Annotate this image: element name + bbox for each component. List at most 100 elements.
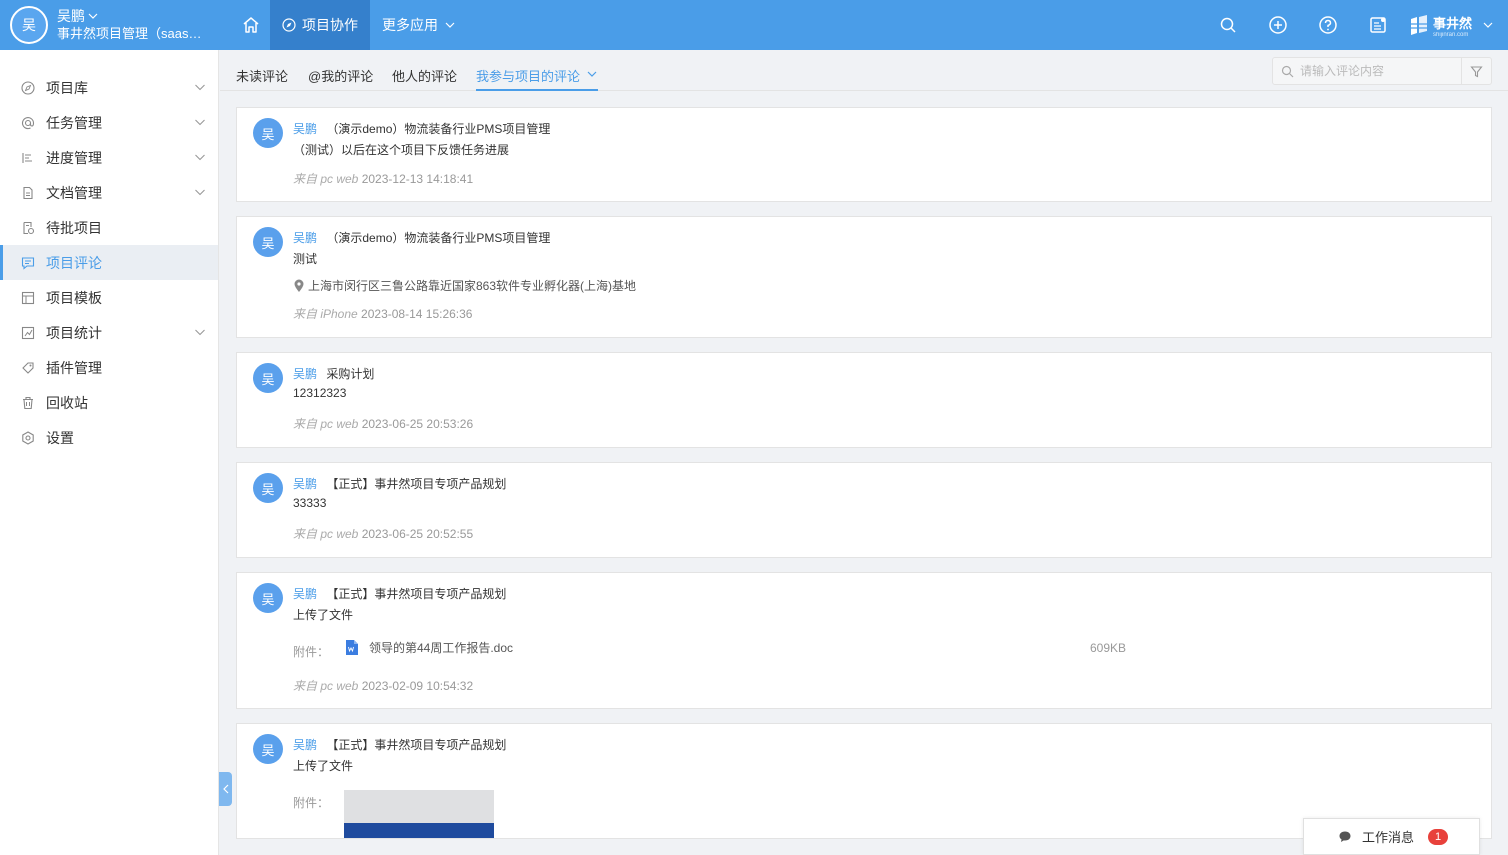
user-name: 吴鹏 bbox=[57, 8, 85, 24]
comment-body: （测试）以后在这个项目下反馈任务进展 bbox=[293, 143, 510, 157]
comment-source: 来自 pc web bbox=[293, 679, 359, 693]
comment-meta: 来自 pc web 2023-06-25 20:52:55 bbox=[293, 525, 473, 542]
sidebar-item-label: 项目评论 bbox=[46, 254, 102, 271]
sidebar-item-label: 进度管理 bbox=[46, 149, 102, 166]
location-text: 上海市闵行区三鲁公路靠近国家863软件专业孵化器(上海)基地 bbox=[308, 279, 637, 293]
avatar[interactable]: 吴 bbox=[253, 227, 283, 257]
add-button[interactable] bbox=[1253, 0, 1303, 50]
help-icon bbox=[1319, 16, 1337, 34]
comment-card: 吴 吴鹏 【正式】事井然项目专项产品规划 33333 来自 pc web 202… bbox=[236, 462, 1492, 558]
filter-button[interactable] bbox=[1461, 58, 1491, 84]
settings-icon bbox=[22, 430, 34, 445]
location-pin-icon bbox=[294, 279, 304, 292]
comment-body: 上传了文件 bbox=[293, 608, 354, 622]
compass-icon bbox=[282, 18, 296, 32]
comment-tabs: 未读评论 @我的评论 他人的评论 我参与项目的评论 bbox=[220, 50, 1508, 91]
sidebar-item-label: 设置 bbox=[46, 429, 74, 446]
attachment-file[interactable]: 领导的第44周工作报告.doc bbox=[345, 639, 513, 656]
avatar[interactable]: 吴 bbox=[253, 118, 283, 148]
comment-author[interactable]: 吴鹏 bbox=[293, 122, 317, 136]
comment-body: 12312323 bbox=[293, 386, 347, 400]
home-button[interactable] bbox=[232, 0, 270, 50]
compass-icon bbox=[21, 80, 35, 95]
comment-time: 2023-06-25 20:53:26 bbox=[361, 417, 474, 431]
comment-project[interactable]: 【正式】事井然项目专项产品规划 bbox=[326, 587, 506, 601]
comment-time: 2023-12-13 14:18:41 bbox=[361, 172, 474, 186]
brand-sub: shijinran.com bbox=[1432, 31, 1469, 38]
tab-label: 我参与项目的评论 bbox=[476, 69, 581, 84]
attachment-name[interactable]: 领导的第44周工作报告.doc bbox=[369, 639, 513, 656]
document-icon bbox=[23, 186, 33, 199]
user-menu[interactable]: 吴 吴鹏 事井然项目管理（saas版） bbox=[0, 0, 232, 50]
comment-author[interactable]: 吴鹏 bbox=[293, 231, 317, 245]
tab-unread-comments[interactable]: 未读评论 bbox=[236, 66, 288, 91]
comment-project[interactable]: 采购计划 bbox=[326, 367, 374, 381]
sidebar-item-task-management[interactable]: 任务管理 bbox=[0, 105, 218, 140]
comment-author[interactable]: 吴鹏 bbox=[293, 738, 317, 752]
chevron-down-icon[interactable] bbox=[1482, 19, 1494, 31]
gantt-icon bbox=[22, 152, 32, 163]
tab-participated-comments[interactable]: 我参与项目的评论 bbox=[476, 66, 599, 91]
comment-source: 来自 pc web bbox=[293, 417, 359, 431]
sidebar-item-label: 文档管理 bbox=[46, 184, 102, 201]
user-avatar[interactable]: 吴 bbox=[10, 6, 48, 44]
logo-icon bbox=[1410, 15, 1427, 35]
attachment-image-thumbnail[interactable] bbox=[344, 790, 494, 838]
sidebar-item-pending-projects[interactable]: 待批项目 bbox=[0, 210, 218, 245]
trash-icon bbox=[23, 396, 33, 409]
comment-search-input[interactable] bbox=[1300, 64, 1460, 78]
nav-label: 更多应用 bbox=[382, 17, 438, 33]
chart-icon bbox=[21, 326, 35, 339]
comment-card: 吴 吴鹏 （演示demo）物流装备行业PMS项目管理 （测试）以后在这个项目下反… bbox=[236, 107, 1492, 202]
nav-project-collab[interactable]: 项目协作 bbox=[270, 0, 370, 50]
avatar[interactable]: 吴 bbox=[253, 473, 283, 503]
sidebar-item-document-management[interactable]: 文档管理 bbox=[0, 175, 218, 210]
notes-button[interactable] bbox=[1353, 0, 1403, 50]
chat-bubble-icon bbox=[1339, 831, 1351, 842]
sidebar-item-project-library[interactable]: 项目库 bbox=[0, 70, 218, 105]
comment-project[interactable]: （演示demo）物流装备行业PMS项目管理 bbox=[326, 122, 550, 136]
comment-meta: 来自 iPhone 2023-08-14 15:26:36 bbox=[293, 305, 472, 322]
comment-time: 2023-08-14 15:26:36 bbox=[361, 307, 473, 321]
tab-mentioned-comments[interactable]: @我的评论 bbox=[308, 66, 373, 91]
sidebar-item-settings[interactable]: 设置 bbox=[0, 420, 218, 455]
comment-author[interactable]: 吴鹏 bbox=[293, 587, 317, 601]
avatar[interactable]: 吴 bbox=[253, 583, 283, 613]
template-icon bbox=[21, 291, 35, 304]
nav-more-apps[interactable]: 更多应用 bbox=[370, 0, 468, 50]
search-button[interactable] bbox=[1203, 0, 1253, 50]
sidebar-item-progress-management[interactable]: 进度管理 bbox=[0, 140, 218, 175]
tab-others-comments[interactable]: 他人的评论 bbox=[392, 66, 457, 91]
comment-author[interactable]: 吴鹏 bbox=[293, 477, 317, 491]
comment-search bbox=[1272, 57, 1492, 85]
comment-body: 测试 bbox=[293, 252, 318, 266]
sidebar-collapse-handle[interactable] bbox=[219, 772, 232, 806]
work-message-button[interactable]: 工作消息 1 bbox=[1303, 818, 1480, 855]
chevron-down-icon bbox=[195, 154, 205, 161]
sidebar-item-project-statistics[interactable]: 项目统计 bbox=[0, 315, 218, 350]
avatar[interactable]: 吴 bbox=[253, 734, 283, 764]
help-button[interactable] bbox=[1303, 0, 1353, 50]
search-icon bbox=[1281, 65, 1294, 77]
work-message-label: 工作消息 bbox=[1362, 830, 1415, 845]
home-icon bbox=[243, 17, 259, 33]
unread-count-badge: 1 bbox=[1428, 828, 1449, 845]
comment-card: 吴 吴鹏 【正式】事井然项目专项产品规划 上传了文件 附件： 领导的第44周工作… bbox=[236, 572, 1492, 709]
comment-project[interactable]: 【正式】事井然项目专项产品规划 bbox=[326, 738, 506, 752]
comment-project[interactable]: （演示demo）物流装备行业PMS项目管理 bbox=[326, 231, 550, 245]
attachment-size: 609KB bbox=[1090, 641, 1127, 655]
comment-author[interactable]: 吴鹏 bbox=[293, 367, 317, 381]
brand-name: 事井然 bbox=[1432, 15, 1472, 31]
sidebar-item-project-templates[interactable]: 项目模板 bbox=[0, 280, 218, 315]
sidebar-item-plugin-management[interactable]: 插件管理 bbox=[0, 350, 218, 385]
comment-body: 33333 bbox=[293, 496, 327, 510]
notes-icon bbox=[1370, 17, 1386, 33]
comment-meta: 来自 pc web 2023-06-25 20:53:26 bbox=[293, 415, 473, 432]
avatar[interactable]: 吴 bbox=[253, 363, 283, 393]
comment-project[interactable]: 【正式】事井然项目专项产品规划 bbox=[326, 477, 506, 491]
sidebar-item-project-comments[interactable]: 项目评论 bbox=[0, 245, 218, 280]
comment-time: 2023-06-25 20:52:55 bbox=[361, 527, 474, 541]
chevron-down-icon bbox=[195, 329, 205, 336]
sidebar-item-recycle-bin[interactable]: 回收站 bbox=[0, 385, 218, 420]
sidebar-item-label: 项目统计 bbox=[46, 324, 102, 341]
